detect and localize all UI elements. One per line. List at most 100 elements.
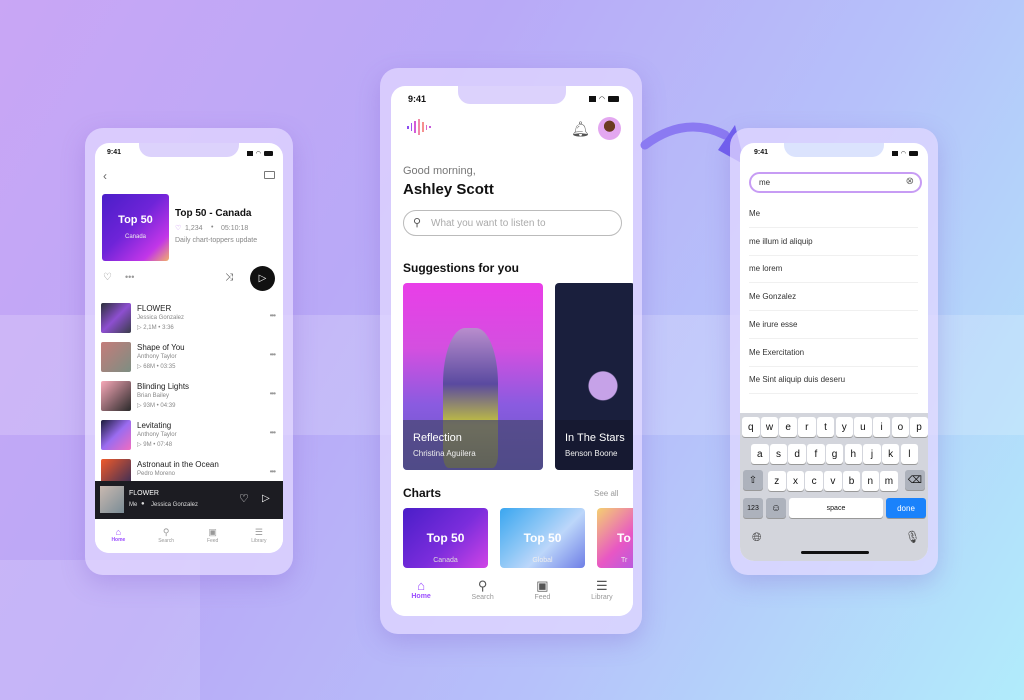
search-suggestion[interactable]: me illum id aliquip [749, 229, 918, 256]
user-avatar[interactable] [598, 117, 621, 140]
cover-title: Top 50 [118, 214, 153, 226]
suggestion-card[interactable]: In The Stars Benson Boone [555, 283, 633, 470]
chart-card[interactable]: Top 50 Canada [403, 508, 488, 568]
key-w[interactable]: w [760, 417, 779, 437]
key-t[interactable]: t [816, 417, 835, 437]
key-i[interactable]: i [872, 417, 891, 437]
notch [784, 143, 884, 157]
chart-title: To [617, 531, 631, 545]
key-r[interactable]: r [798, 417, 816, 437]
search-suggestion[interactable]: Me irure esse [749, 312, 918, 339]
see-all-link[interactable]: See all [594, 489, 618, 498]
key-f[interactable]: f [807, 444, 825, 464]
microphone-icon[interactable]: 🎙︎ [905, 530, 920, 544]
song-row[interactable]: FLOWER Jessica Gonzalez ▷ 2,1M • 3:36 ••… [101, 303, 277, 337]
song-row[interactable]: Blinding Lights Brian Bailey ▷ 93M • 04:… [101, 381, 277, 415]
song-artist: Anthony Taylor [137, 354, 177, 360]
key-y[interactable]: y [835, 417, 853, 437]
key-o[interactable]: o [891, 417, 910, 437]
like-icon[interactable]: ♡ [103, 272, 112, 283]
cast-icon[interactable] [264, 171, 275, 179]
dot-separator: • [211, 224, 214, 231]
tab-home[interactable]: ⌂ Home [111, 527, 125, 553]
more-icon[interactable]: ••• [270, 467, 276, 476]
back-icon[interactable]: ‹ [103, 169, 107, 183]
clear-icon[interactable]: ⊗ [906, 176, 914, 187]
tab-bar: ⌂ Home ⚲ Search ▣ Feed ☰ Library [391, 568, 633, 616]
shuffle-icon[interactable]: ⤨ [225, 272, 233, 283]
done-key[interactable]: done [886, 498, 926, 518]
key-h[interactable]: h [844, 444, 862, 464]
backspace-key[interactable]: ⌫ [905, 470, 925, 490]
key-z[interactable]: z [768, 471, 786, 491]
tab-library[interactable]: ☰ Library [251, 527, 266, 553]
key-d[interactable]: d [788, 444, 806, 464]
key-c[interactable]: c [805, 471, 823, 491]
heart-icon[interactable]: ♡ [239, 492, 249, 505]
chart-card[interactable]: To Tr [597, 508, 633, 568]
more-icon[interactable]: ••• [270, 428, 276, 437]
search-suggestion[interactable]: Me Gonzalez [749, 284, 918, 312]
emoji-key[interactable]: ☺ [766, 498, 786, 518]
key-b[interactable]: b [842, 471, 861, 491]
tab-search[interactable]: ⚲ Search [472, 578, 494, 616]
space-key[interactable]: space [789, 498, 883, 518]
tab-home[interactable]: ⌂ Home [411, 578, 430, 616]
play-button[interactable]: ▷ [250, 266, 275, 291]
playlist-duration: 05:10:18 [221, 225, 249, 232]
tab-feed[interactable]: ▣ Feed [207, 527, 218, 553]
key-v[interactable]: v [824, 471, 842, 491]
now-playing-bar[interactable]: FLOWER Me ● Jessica Gonzalez ♡ ▷ [95, 481, 283, 519]
tab-feed[interactable]: ▣ Feed [534, 578, 550, 616]
song-row[interactable]: Levitating Anthony Taylor ▷ 9M • 07:48 •… [101, 420, 277, 454]
app-logo-icon [406, 119, 432, 135]
battery-icon [264, 151, 273, 156]
key-x[interactable]: x [786, 471, 805, 491]
notification-bell-icon[interactable]: 🔔︎ [571, 120, 590, 138]
suggestion-card[interactable]: Reflection Christina Aguilera [403, 283, 543, 470]
search-suggestion[interactable]: me lorem [749, 256, 918, 284]
numbers-key[interactable]: 123 [743, 498, 763, 518]
suggestion-text: Me Sint aliquip duis deseru [749, 375, 846, 385]
song-title: Astronaut in the Ocean [137, 460, 219, 469]
status-time: 9:41 [408, 94, 427, 104]
wifi-icon: ◠ [255, 151, 261, 157]
dot-separator: ● [141, 501, 145, 507]
more-icon[interactable]: ••• [125, 272, 134, 282]
key-n[interactable]: n [861, 471, 879, 491]
search-suggestion[interactable]: Me Sint aliquip duis deseru [749, 367, 918, 395]
status-time: 9:41 [107, 149, 122, 156]
tab-search[interactable]: ⚲ Search [158, 527, 174, 553]
key-q[interactable]: q [742, 417, 760, 437]
key-p[interactable]: p [910, 417, 928, 437]
feed-icon: ▣ [536, 578, 549, 593]
chart-card[interactable]: Top 50 Global [500, 508, 585, 568]
key-j[interactable]: j [863, 444, 881, 464]
more-icon[interactable]: ••• [270, 389, 276, 398]
tab-library[interactable]: ☰ Library [591, 578, 612, 616]
key-e[interactable]: e [779, 417, 797, 437]
song-row[interactable]: Shape of You Anthony Taylor ▷ 68M • 03:3… [101, 342, 277, 376]
key-m[interactable]: m [880, 471, 898, 491]
shift-key[interactable]: ⇧ [743, 470, 763, 490]
search-input[interactable]: ⚲ What you want to listen to [403, 210, 622, 236]
key-a[interactable]: a [751, 444, 769, 464]
more-icon[interactable]: ••• [270, 350, 276, 359]
search-suggestion[interactable]: Me [749, 201, 918, 228]
signal-icon [891, 151, 898, 156]
more-icon[interactable]: ••• [270, 311, 276, 320]
globe-icon[interactable]: 🌐︎ [752, 530, 762, 545]
search-suggestion[interactable]: Me Exercitation [749, 340, 918, 367]
key-l[interactable]: l [900, 444, 919, 464]
suggestion-text: Me Gonzalez [749, 292, 797, 302]
search-input[interactable]: me ⊗ [749, 172, 922, 193]
key-s[interactable]: s [769, 444, 788, 464]
key-g[interactable]: g [825, 444, 844, 464]
suggestions-title: Suggestions for you [403, 261, 520, 275]
song-meta: ▷ 68M • 03:35 [137, 364, 176, 370]
key-u[interactable]: u [854, 417, 872, 437]
key-k[interactable]: k [881, 444, 900, 464]
play-icon[interactable]: ▷ [262, 493, 270, 504]
status-icons: ◠ [588, 95, 619, 103]
chart-title: Top 50 [523, 531, 562, 545]
